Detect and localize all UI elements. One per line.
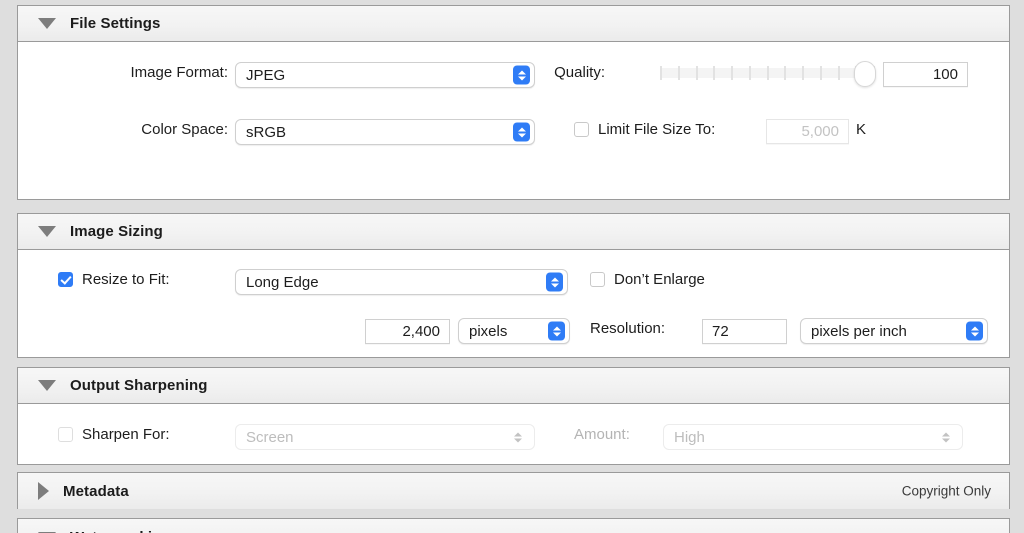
row-limit-file-size: Limit File Size To: — [574, 121, 715, 138]
chevron-updown-icon[interactable] — [509, 428, 526, 447]
quality-slider[interactable] — [660, 61, 875, 85]
dont-enlarge-label: Don’t Enlarge — [614, 271, 705, 288]
image-size-field[interactable]: 2,400 — [365, 319, 450, 344]
panel-title: File Settings — [70, 15, 160, 32]
dont-enlarge-checkbox[interactable] — [590, 272, 605, 287]
panel-body-output-sharpening: Sharpen For: Screen Amount: High — [18, 404, 1009, 464]
panel-header-metadata[interactable]: Metadata Copyright Only — [18, 473, 1009, 509]
resolution-label: Resolution: — [590, 320, 665, 337]
limit-file-size-value: 5,000 — [801, 123, 848, 140]
disclosure-triangle-open-icon[interactable] — [38, 226, 56, 237]
quality-value-field[interactable]: 100 — [883, 62, 968, 87]
row-resize-to-fit: Resize to Fit: — [58, 271, 170, 288]
disclosure-triangle-closed-icon[interactable] — [38, 482, 49, 500]
sharpen-for-checkbox[interactable] — [58, 427, 73, 442]
row-amount: Amount: — [574, 426, 630, 443]
sharpen-for-select[interactable]: Screen — [235, 424, 535, 450]
quality-slider-knob[interactable] — [854, 61, 876, 87]
row-resolution: Resolution: — [590, 320, 665, 337]
panel-header-image-sizing[interactable]: Image Sizing — [18, 214, 1009, 250]
amount-value: High — [664, 429, 705, 446]
resize-to-fit-label: Resize to Fit: — [82, 271, 170, 288]
panel-title: Watermarking — [70, 529, 171, 533]
limit-file-size-checkbox[interactable] — [574, 122, 589, 137]
resolution-unit-select[interactable]: pixels per inch — [800, 318, 988, 344]
panel-header-file-settings[interactable]: File Settings — [18, 6, 1009, 42]
image-format-label: Image Format: — [130, 64, 228, 81]
quality-label: Quality: — [554, 64, 605, 81]
row-sharpen-for: Sharpen For: — [58, 426, 170, 443]
quality-value: 100 — [933, 66, 967, 83]
image-size-value: 2,400 — [402, 323, 449, 340]
chevron-updown-icon[interactable] — [548, 322, 565, 341]
panel-header-watermarking[interactable]: Watermarking — [18, 519, 1009, 533]
chevron-updown-icon[interactable] — [966, 322, 983, 341]
color-space-label: Color Space: — [141, 121, 228, 138]
image-format-value: JPEG — [236, 67, 285, 84]
chevron-updown-icon[interactable] — [937, 428, 954, 447]
color-space-value: sRGB — [236, 124, 286, 141]
row-quality: Quality: — [505, 64, 605, 81]
image-format-select[interactable]: JPEG — [235, 62, 535, 88]
quality-slider-ticks — [660, 66, 875, 80]
resolution-unit-value: pixels per inch — [801, 323, 907, 340]
limit-file-size-unit: K — [856, 121, 866, 138]
sharpen-for-label: Sharpen For: — [82, 426, 170, 443]
chevron-updown-icon[interactable] — [513, 123, 530, 142]
disclosure-triangle-open-icon[interactable] — [38, 18, 56, 29]
row-image-format: Image Format: — [18, 64, 228, 81]
color-space-select[interactable]: sRGB — [235, 119, 535, 145]
resize-to-fit-value: Long Edge — [236, 274, 319, 291]
row-limit-file-size-unit: K — [856, 121, 866, 138]
panel-watermarking: Watermarking — [17, 518, 1010, 533]
chevron-updown-icon[interactable] — [546, 273, 563, 292]
sharpen-for-value: Screen — [236, 429, 294, 446]
resize-to-fit-checkbox[interactable] — [58, 272, 73, 287]
resize-to-fit-select[interactable]: Long Edge — [235, 269, 568, 295]
panel-output-sharpening: Output Sharpening Sharpen For: Screen Am… — [17, 367, 1010, 465]
panel-title: Image Sizing — [70, 223, 163, 240]
panel-title: Output Sharpening — [70, 377, 208, 394]
image-size-unit-select[interactable]: pixels — [458, 318, 570, 344]
disclosure-triangle-open-icon[interactable] — [38, 380, 56, 391]
row-color-space: Color Space: — [18, 121, 228, 138]
amount-label: Amount: — [574, 426, 630, 443]
panel-header-output-sharpening[interactable]: Output Sharpening — [18, 368, 1009, 404]
resolution-field[interactable]: 72 — [702, 319, 787, 344]
limit-file-size-field[interactable]: 5,000 — [766, 119, 849, 144]
panel-image-sizing: Image Sizing Resize to Fit: Long Edge Do… — [17, 213, 1010, 358]
export-settings-scroll-area[interactable]: File Settings Image Format: JPEG Quality… — [0, 0, 1024, 533]
limit-file-size-label: Limit File Size To: — [598, 121, 715, 138]
resolution-value: 72 — [703, 323, 729, 340]
panel-body-file-settings: Image Format: JPEG Quality: 100 — [18, 42, 1009, 199]
panel-title: Metadata — [63, 483, 129, 500]
panel-summary: Copyright Only — [902, 484, 991, 499]
row-dont-enlarge: Don’t Enlarge — [590, 271, 705, 288]
panel-file-settings: File Settings Image Format: JPEG Quality… — [17, 5, 1010, 200]
image-size-unit-value: pixels — [459, 323, 507, 340]
panel-metadata: Metadata Copyright Only — [17, 472, 1010, 509]
panel-body-image-sizing: Resize to Fit: Long Edge Don’t Enlarge 2… — [18, 250, 1009, 357]
amount-select[interactable]: High — [663, 424, 963, 450]
